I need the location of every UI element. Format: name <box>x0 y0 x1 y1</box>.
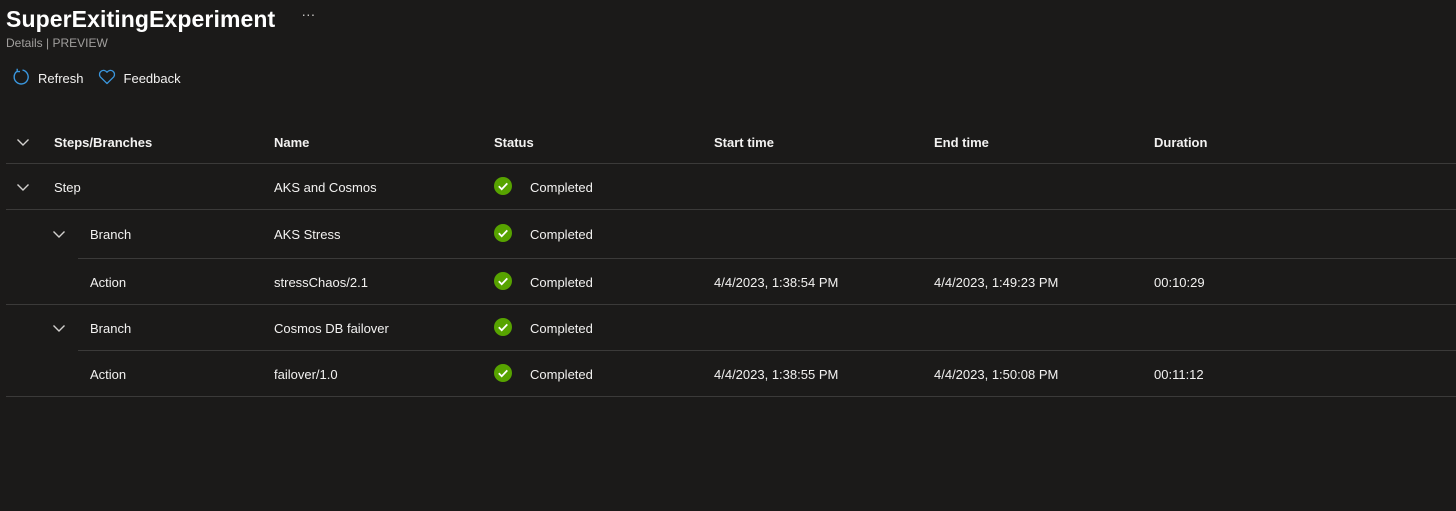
page-subtitle: Details | PREVIEW <box>6 36 108 50</box>
status-label: Completed <box>530 366 593 382</box>
refresh-icon <box>12 68 38 89</box>
chevron-down-icon <box>16 180 30 195</box>
column-header-status[interactable]: Status <box>494 120 534 164</box>
feedback-button[interactable]: Feedback <box>98 67 181 89</box>
check-circle-icon <box>494 363 530 385</box>
chevron-down-icon <box>52 227 66 242</box>
table-row-branch[interactable]: Branch Cosmos DB failover Completed <box>6 305 1456 351</box>
title-row: SuperExitingExperiment ··· <box>6 4 319 34</box>
row-start-time: 4/4/2023, 1:38:54 PM <box>714 274 839 290</box>
table-row-step[interactable]: Step AKS and Cosmos Completed <box>6 164 1456 210</box>
row-status: Completed <box>494 164 593 210</box>
row-name: AKS Stress <box>274 227 341 242</box>
steps-grid: Steps/Branches Name Status Start time En… <box>6 120 1456 397</box>
check-circle-icon <box>494 317 530 339</box>
check-circle-icon <box>494 271 530 293</box>
row-status: Completed <box>494 351 593 397</box>
column-header-steps[interactable]: Steps/Branches <box>54 120 152 164</box>
heart-icon <box>98 69 124 88</box>
row-name: stressChaos/2.1 <box>274 274 368 290</box>
column-header-duration[interactable]: Duration <box>1154 120 1207 164</box>
status-label: Completed <box>530 227 593 242</box>
feedback-label: Feedback <box>123 70 181 86</box>
row-start-time: 4/4/2023, 1:38:55 PM <box>714 366 839 382</box>
row-status: Completed <box>494 305 593 351</box>
row-name: AKS and Cosmos <box>274 179 377 195</box>
row-divider <box>6 396 1456 397</box>
column-header-end-time[interactable]: End time <box>934 120 989 164</box>
page-title: SuperExitingExperiment <box>6 6 276 32</box>
row-name: Cosmos DB failover <box>274 320 389 336</box>
row-name: failover/1.0 <box>274 366 338 382</box>
row-type: Step <box>54 179 81 195</box>
toolbar: Refresh Feedback <box>12 67 195 89</box>
check-circle-icon <box>494 224 530 245</box>
collapse-all-toggle[interactable] <box>16 120 30 164</box>
row-type: Action <box>90 274 127 290</box>
page: SuperExitingExperiment ··· Details | PRE… <box>0 0 1456 511</box>
check-circle-icon <box>494 176 530 198</box>
status-label: Completed <box>530 320 593 336</box>
status-label: Completed <box>530 179 593 195</box>
row-type: Branch <box>90 320 132 336</box>
refresh-label: Refresh <box>38 70 84 86</box>
row-end-time: 4/4/2023, 1:49:23 PM <box>934 274 1059 290</box>
more-options-button[interactable]: ··· <box>297 0 319 29</box>
expand-toggle[interactable] <box>52 210 66 259</box>
expand-toggle[interactable] <box>52 305 66 351</box>
expand-toggle[interactable] <box>16 164 30 210</box>
column-header-start-time[interactable]: Start time <box>714 120 774 164</box>
column-header-name[interactable]: Name <box>274 120 309 164</box>
row-type: Action <box>90 366 127 382</box>
grid-header-row: Steps/Branches Name Status Start time En… <box>6 120 1456 164</box>
table-row-action[interactable]: Action failover/1.0 Completed 4/4/2023, … <box>6 351 1456 397</box>
refresh-button[interactable]: Refresh <box>12 67 84 89</box>
table-row-action[interactable]: Action stressChaos/2.1 Completed 4/4/202… <box>6 259 1456 305</box>
chevron-down-icon <box>52 321 66 336</box>
status-label: Completed <box>530 274 593 290</box>
table-row-branch[interactable]: Branch AKS Stress Completed <box>6 210 1456 259</box>
row-end-time: 4/4/2023, 1:50:08 PM <box>934 366 1059 382</box>
row-status: Completed <box>494 210 593 259</box>
row-duration: 00:11:12 <box>1154 366 1204 382</box>
row-duration: 00:10:29 <box>1154 274 1205 290</box>
row-status: Completed <box>494 259 593 305</box>
row-type: Branch <box>90 227 132 242</box>
chevron-down-icon <box>16 135 30 150</box>
